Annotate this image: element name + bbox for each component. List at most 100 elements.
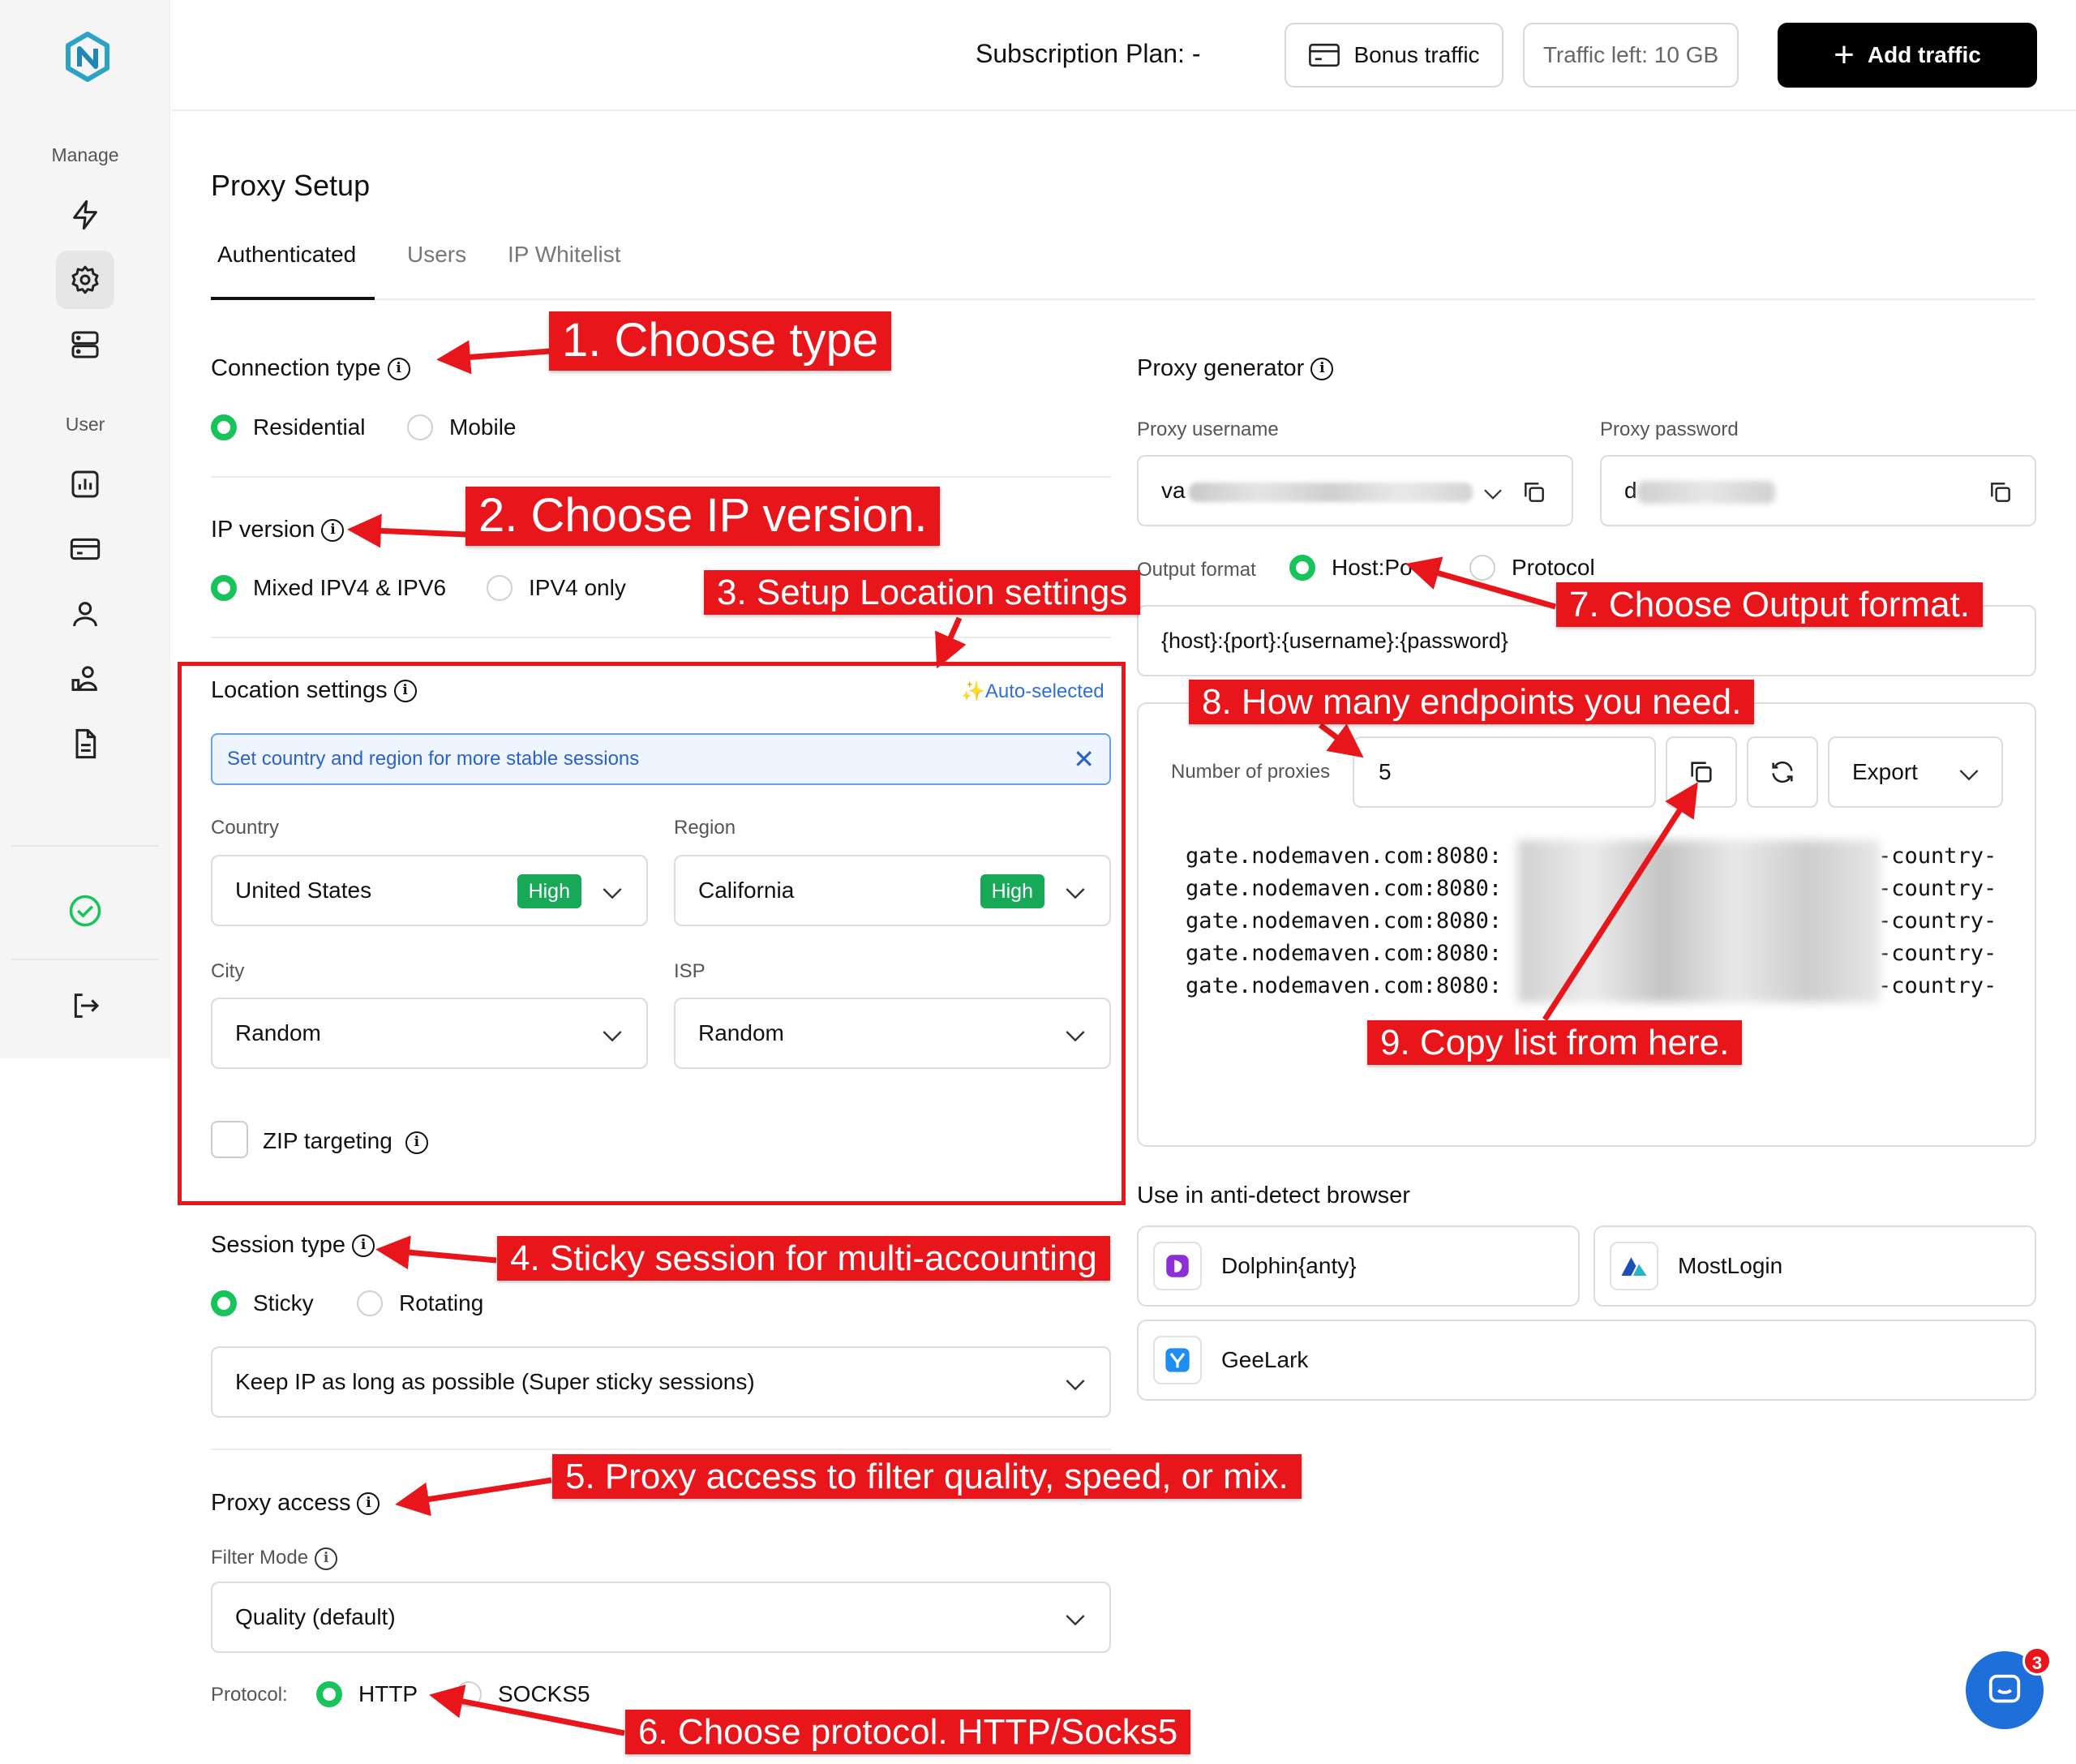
info-icon[interactable]: i [387, 358, 410, 381]
bonus-traffic-label: Bonus traffic [1353, 42, 1480, 67]
annotation-5: 5. Proxy access to filter quality, speed… [552, 1454, 1302, 1499]
chevron-down-icon [1066, 1380, 1085, 1391]
info-icon[interactable]: i [352, 1234, 375, 1258]
proxy-username-value: va [1161, 478, 1186, 503]
card-icon [1309, 43, 1340, 67]
team-icon[interactable] [56, 650, 114, 708]
annotation-1: 1. Choose type [549, 311, 892, 371]
dolphin-anty-button[interactable]: Dolphin{anty} [1137, 1225, 1580, 1307]
info-icon[interactable]: i [321, 519, 345, 543]
bolt-icon[interactable] [56, 186, 114, 244]
proxy-line-right: -country- [1878, 843, 1997, 869]
geelark-button[interactable]: GeeLark [1137, 1320, 2036, 1401]
session-type-title: Session type i [211, 1232, 375, 1259]
radio-mobile[interactable]: Mobile [407, 414, 516, 440]
connection-type-title: Connection type i [211, 355, 410, 382]
tab-authenticated[interactable]: Authenticated [217, 242, 356, 268]
radio-sticky[interactable]: Sticky [211, 1290, 314, 1316]
subscription-plan: Subscription Plan: - [976, 39, 1201, 68]
proxy-line-left: gate.nodemaven.com:8080: [1186, 973, 1503, 998]
annotation-6: 6. Choose protocol. HTTP/Socks5 [625, 1710, 1191, 1754]
radio-host-port[interactable]: Host:Po [1289, 555, 1413, 581]
mostlogin-button[interactable]: MostLogin [1593, 1225, 2036, 1307]
card-icon[interactable] [56, 520, 114, 578]
copy-icon[interactable] [1521, 479, 1547, 505]
logo-icon[interactable] [65, 31, 110, 87]
session-mode-value: Keep IP as long as possible (Super stick… [235, 1369, 755, 1394]
export-label: Export [1852, 759, 1918, 784]
filter-mode-value: Quality (default) [235, 1604, 396, 1629]
annotation-7: 7. Choose Output format. [1556, 582, 1984, 627]
redacted-text [1518, 840, 1880, 1002]
proxy-line-left: gate.nodemaven.com:8080: [1186, 876, 1503, 901]
page-title: Proxy Setup [211, 169, 371, 202]
proxy-line-right: -country- [1878, 876, 1997, 901]
radio-rotating[interactable]: Rotating [357, 1290, 483, 1316]
logout-icon[interactable] [56, 976, 114, 1035]
session-mode-select[interactable]: Keep IP as long as possible (Super stick… [211, 1346, 1111, 1418]
proxy-line-right: -country- [1878, 973, 1997, 998]
add-traffic-button[interactable]: + Add traffic [1778, 23, 2037, 88]
proxy-line-left: gate.nodemaven.com:8080: [1186, 843, 1503, 869]
tab-ip-whitelist[interactable]: IP Whitelist [508, 242, 621, 268]
geelark-icon [1165, 1348, 1190, 1372]
info-icon[interactable]: i [1310, 358, 1334, 381]
radio-http[interactable]: HTTP [316, 1681, 418, 1707]
radio-ipv4-only[interactable]: IPV4 only [487, 575, 626, 601]
chevron-down-icon [1484, 489, 1502, 500]
proxy-password-value: d [1624, 478, 1637, 503]
antidetect-title: Use in anti-detect browser [1137, 1182, 1410, 1208]
notification-badge: 3 [2022, 1646, 2052, 1676]
ip-version-title: IP version i [211, 517, 345, 543]
tab-users[interactable]: Users [407, 242, 466, 268]
radio-protocol-format[interactable]: Protocol [1469, 555, 1595, 581]
proxy-password-field[interactable]: d [1600, 455, 2036, 526]
check-circle-icon[interactable] [56, 882, 114, 940]
active-tab-indicator [211, 297, 375, 300]
annotation-9: 9. Copy list from here. [1367, 1020, 1743, 1065]
protocol-label: Protocol: [211, 1684, 288, 1706]
radio-mixed-ipv4-ipv6[interactable]: Mixed IPV4 & IPV6 [211, 575, 446, 601]
regenerate-button[interactable] [1747, 736, 1818, 808]
number-of-proxies-input[interactable]: 5 [1353, 736, 1656, 808]
gear-icon[interactable] [56, 251, 114, 309]
refresh-icon [1772, 761, 1793, 783]
annotation-4: 4. Sticky session for multi-accounting [497, 1236, 1110, 1281]
browser-label: MostLogin [1678, 1253, 1783, 1278]
proxy-line-left: gate.nodemaven.com:8080: [1186, 908, 1503, 934]
number-of-proxies-label: Number of proxies [1171, 761, 1331, 783]
radio-socks5[interactable]: SOCKS5 [456, 1681, 590, 1707]
annotation-highlight-box [178, 662, 1126, 1205]
radio-residential[interactable]: Residential [211, 414, 366, 440]
document-icon[interactable] [56, 715, 114, 773]
bonus-traffic-button[interactable]: Bonus traffic [1285, 23, 1503, 88]
redacted-text [1637, 481, 1775, 504]
output-format-label: Output format [1137, 559, 1256, 581]
proxy-username-label: Proxy username [1137, 418, 1279, 440]
annotation-3: 3. Setup Location settings [704, 570, 1141, 615]
info-icon[interactable]: i [315, 1547, 338, 1570]
filter-mode-label: Filter Mode i [211, 1547, 338, 1570]
copy-icon [1691, 762, 1712, 783]
sidebar-manage-label: Manage [51, 144, 119, 165]
filter-mode-select[interactable]: Quality (default) [211, 1582, 1111, 1653]
copy-icon[interactable] [1988, 479, 2014, 505]
browser-label: Dolphin{anty} [1221, 1253, 1357, 1278]
proxy-access-title: Proxy access i [211, 1490, 380, 1517]
server-icon[interactable] [56, 315, 114, 374]
person-icon[interactable] [56, 585, 114, 643]
proxy-username-select[interactable]: va [1137, 455, 1573, 526]
info-icon[interactable]: i [357, 1492, 380, 1516]
copy-list-button[interactable] [1666, 736, 1737, 808]
plus-icon: + [1834, 35, 1855, 75]
annotation-2: 2. Choose IP version. [465, 487, 941, 546]
annotation-8: 8. How many endpoints you need. [1189, 680, 1755, 724]
chart-icon[interactable] [56, 455, 114, 513]
export-dropdown[interactable]: Export [1828, 736, 2003, 808]
chevron-down-icon [1066, 1615, 1085, 1626]
sidebar: Manage User [0, 0, 170, 1058]
dolphin-icon [1166, 1255, 1189, 1277]
proxy-password-label: Proxy password [1600, 418, 1739, 440]
redacted-text [1189, 483, 1473, 502]
mostlogin-icon [1621, 1257, 1647, 1276]
